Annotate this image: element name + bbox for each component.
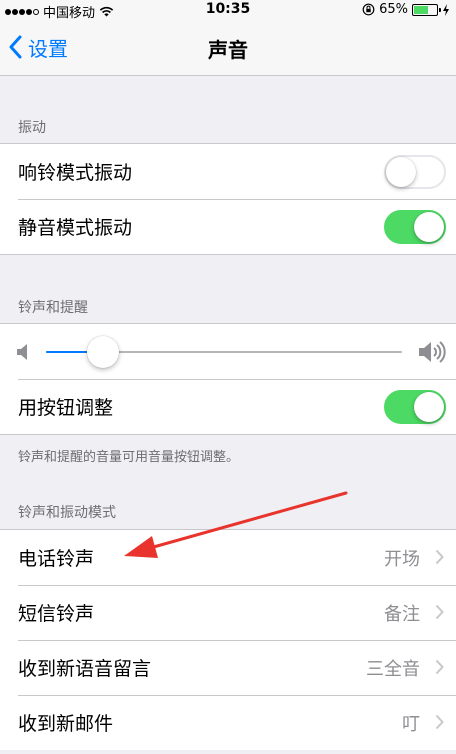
status-right: 65% [362,2,450,17]
chevron-right-icon [435,549,444,565]
new-voicemail-row[interactable]: 收到新语音留言 三全音 [0,640,456,695]
change-with-buttons-label: 用按钮调整 [18,397,114,419]
volume-low-icon [17,344,27,360]
vibrate-on-silent-row: 静音模式振动 [0,199,456,254]
section-header-vibrate: 振动 [18,120,46,136]
vibrate-group: 响铃模式振动 静音模式振动 [0,143,456,255]
text-tone-label: 短信铃声 [18,603,95,625]
volume-slider-row [0,324,456,379]
vibrate-on-silent-toggle[interactable] [384,210,446,244]
ringtone-value: 开场 [384,548,420,570]
new-voicemail-value: 三全音 [366,658,420,680]
change-with-buttons-toggle[interactable] [384,390,446,424]
new-mail-label: 收到新邮件 [18,713,114,735]
chevron-right-icon [435,659,444,675]
page-title: 声音 [208,38,248,62]
vibrate-on-ring-row: 响铃模式振动 [0,144,456,199]
ringer-footer-note: 铃声和提醒的音量可用音量按钮调整。 [18,450,240,465]
text-tone-value: 备注 [384,603,420,625]
vibrate-on-ring-toggle[interactable] [384,155,446,189]
volume-slider[interactable] [46,336,402,368]
charging-icon [443,3,449,16]
text-tone-row[interactable]: 短信铃声 备注 [0,585,456,640]
battery-fill [414,5,429,14]
new-mail-row[interactable]: 收到新邮件 叮 [0,695,456,750]
vibrate-on-silent-label: 静音模式振动 [18,217,133,239]
ringtone-label: 电话铃声 [18,548,95,570]
ringer-group: 用按钮调整 [0,323,456,435]
volume-high-icon [419,341,446,363]
chevron-right-icon [435,714,444,730]
section-header-sounds: 铃声和振动模式 [18,505,116,521]
navigation-bar: 设置 声音 [0,20,456,76]
new-mail-value: 叮 [402,713,420,735]
battery-percent: 65% [379,2,408,17]
battery-icon [412,3,441,16]
new-voicemail-label: 收到新语音留言 [18,658,152,680]
section-header-ringer: 铃声和提醒 [18,300,88,316]
vibrate-on-ring-label: 响铃模式振动 [18,162,133,184]
volume-slider-thumb[interactable] [86,336,119,368]
status-bar: 中国移动 10:35 65% [0,0,456,21]
ringtone-row[interactable]: 电话铃声 开场 [0,530,456,585]
sounds-group: 电话铃声 开场 短信铃声 备注 收到新语音留言 三全音 收到新邮件 叮 [0,529,456,750]
chevron-right-icon [435,604,444,620]
change-with-buttons-row: 用按钮调整 [0,379,456,434]
rotation-lock-icon [362,3,375,16]
